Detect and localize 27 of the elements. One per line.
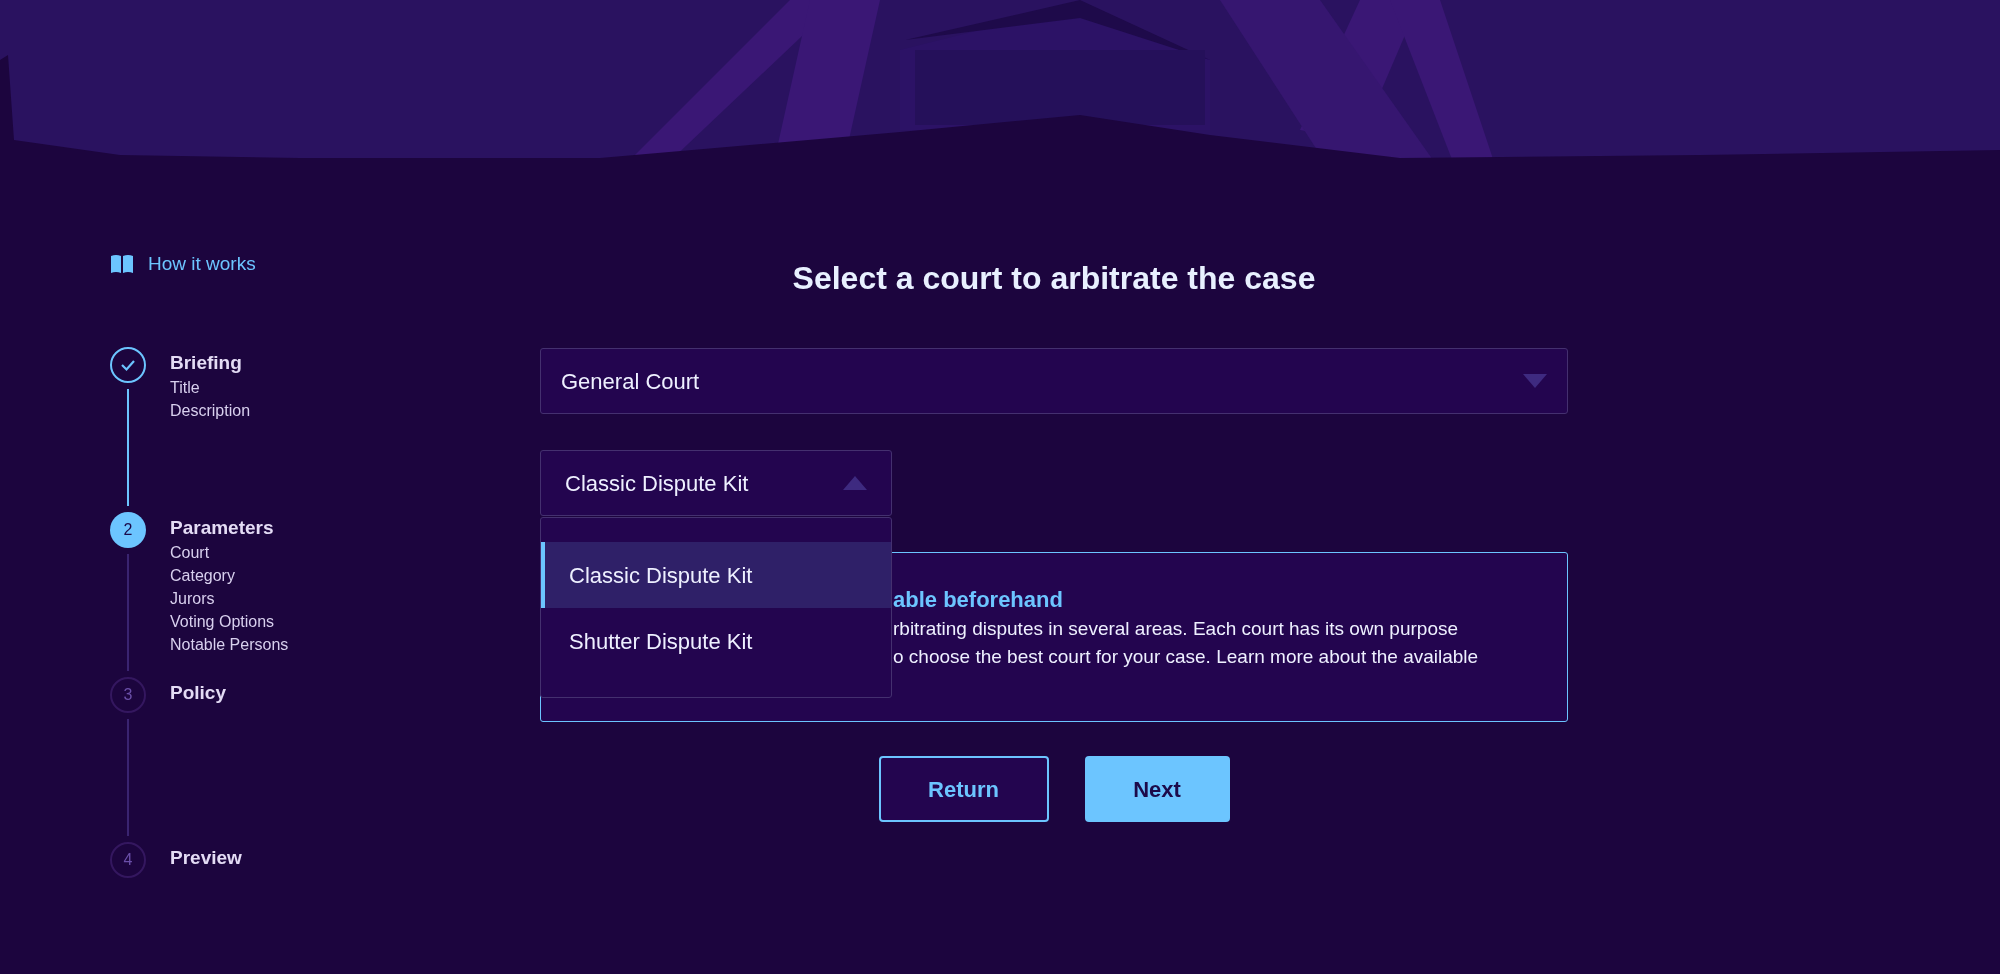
step-item: Jurors bbox=[170, 588, 216, 609]
info-text: rbitrating disputes in several areas. Each court has its own purpose o choose the best court for your case. Learn more about the available bbox=[893, 617, 1480, 669]
step-item: Notable Persons bbox=[170, 634, 289, 655]
dropdown-option[interactable]: Classic Dispute Kit bbox=[541, 542, 891, 608]
step-number: 4 bbox=[110, 841, 146, 878]
step-number: 2 bbox=[110, 511, 146, 548]
dispute-kit-select[interactable]: Classic Dispute Kit bbox=[540, 450, 892, 516]
step-item: Description bbox=[170, 400, 251, 421]
caret-up-icon bbox=[843, 476, 867, 490]
dropdown-option[interactable]: Shutter Dispute Kit bbox=[541, 608, 891, 674]
caret-down-icon bbox=[1523, 374, 1547, 388]
step-number: 3 bbox=[110, 676, 146, 713]
info-title: able beforehand bbox=[893, 586, 1064, 614]
step-item: Court bbox=[170, 542, 211, 563]
step-item: Title bbox=[170, 377, 201, 398]
step-item: Voting Options bbox=[170, 611, 276, 632]
step-title: Briefing bbox=[170, 350, 243, 375]
how-it-works-link[interactable]: How it works bbox=[110, 250, 256, 279]
return-button[interactable]: Return bbox=[878, 756, 1049, 822]
step-item: Category bbox=[170, 565, 236, 586]
step-title: Preview bbox=[170, 845, 242, 870]
next-button[interactable]: Next bbox=[1084, 756, 1230, 822]
page-heading: Select a court to arbitrate the case bbox=[791, 259, 1317, 298]
court-select[interactable]: General Court bbox=[540, 348, 1568, 414]
book-icon bbox=[110, 254, 134, 275]
step-title: Policy bbox=[170, 680, 226, 705]
step-title: Parameters bbox=[170, 515, 275, 540]
